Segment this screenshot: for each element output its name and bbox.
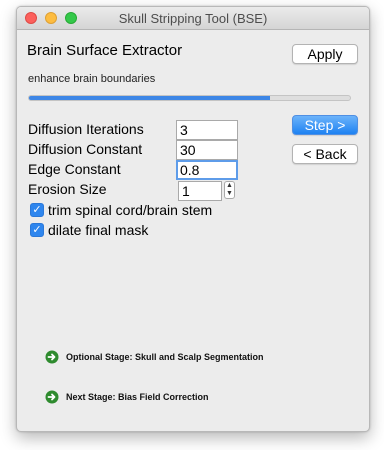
diffusion-constant-label: Diffusion Constant — [28, 141, 143, 157]
edge-constant-input[interactable]: 0.8 — [176, 160, 238, 180]
step-button[interactable]: Step > — [292, 115, 358, 135]
checkmark-icon: ✓ — [32, 204, 42, 216]
edge-constant-label: Edge Constant — [28, 161, 121, 177]
progress-bar — [28, 95, 351, 101]
window-title: Skull Stripping Tool (BSE) — [118, 11, 268, 26]
bse-window: Skull Stripping Tool (BSE) Brain Surface… — [16, 6, 370, 432]
next-stage-link[interactable]: Next Stage: Bias Field Correction — [66, 392, 209, 402]
diffusion-iterations-input[interactable]: 3 — [176, 120, 238, 140]
trim-spinal-cord-checkbox[interactable]: ✓ — [30, 203, 44, 217]
tool-heading: Brain Surface Extractor — [27, 42, 183, 59]
checkmark-icon: ✓ — [32, 224, 42, 236]
right-arrow-circle-icon[interactable] — [45, 390, 59, 404]
erosion-size-label: Erosion Size — [28, 181, 107, 197]
optional-stage-link[interactable]: Optional Stage: Skull and Scalp Segmenta… — [66, 352, 264, 362]
stepper-up-icon[interactable]: ▲ — [225, 182, 234, 190]
dilate-final-mask-checkbox[interactable]: ✓ — [30, 223, 44, 237]
back-button[interactable]: < Back — [292, 144, 358, 164]
stepper-down-icon[interactable]: ▼ — [225, 190, 234, 198]
diffusion-constant-input[interactable]: 30 — [176, 140, 238, 160]
right-arrow-circle-icon[interactable] — [45, 350, 59, 364]
trim-spinal-cord-label: trim spinal cord/brain stem — [48, 202, 213, 218]
erosion-size-stepper[interactable]: ▲ ▼ — [224, 181, 235, 199]
diffusion-iterations-label: Diffusion Iterations — [28, 121, 144, 137]
status-description: enhance brain boundaries — [28, 73, 156, 85]
title-bar: Skull Stripping Tool (BSE) — [17, 7, 369, 30]
progress-fill — [29, 96, 270, 100]
apply-button[interactable]: Apply — [292, 44, 358, 64]
dilate-final-mask-label: dilate final mask — [48, 222, 149, 238]
erosion-size-input[interactable]: 1 — [178, 181, 222, 201]
